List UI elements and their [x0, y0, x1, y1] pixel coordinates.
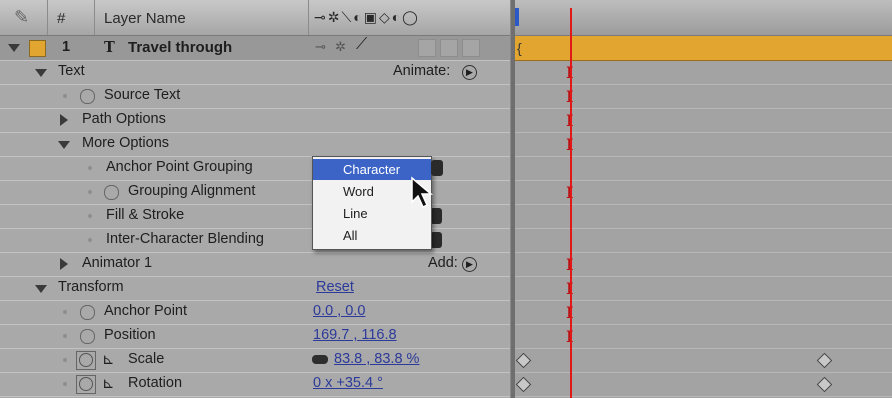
position-row[interactable]: Position 169.7 , 116.8 [0, 324, 510, 349]
constrain-proportions-icon[interactable] [312, 355, 328, 364]
dropdown-option-all[interactable]: All [313, 225, 431, 246]
collapse-switch-icon[interactable]: ✲ [335, 39, 346, 55]
animator-row[interactable]: Animator 1 Add: ▶ [0, 252, 510, 277]
fill-stroke-label: Fill & Stroke [106, 207, 185, 223]
bullet-icon [88, 238, 92, 242]
reset-link[interactable]: Reset [316, 279, 354, 295]
layer-name-column-label: Layer Name [104, 10, 186, 27]
switch-box[interactable] [440, 39, 458, 57]
bullet-icon [88, 166, 92, 170]
quality-switch-icon[interactable]: ⟋ [356, 36, 367, 54]
rotation-value[interactable]: 0 x +35.4 ° [313, 375, 383, 391]
anchor-point-value[interactable]: 0.0 , 0.0 [313, 303, 365, 319]
column-header: ✎ # Layer Name ⊸✲⟍◐▣◇◐◯ [0, 0, 510, 36]
graph-icon[interactable]: ⊾ [102, 374, 115, 392]
dropdown-option-label: Word [343, 184, 374, 199]
number-column-header[interactable]: # [47, 0, 95, 35]
number-column-label: # [57, 10, 66, 27]
layer-row[interactable]: 1 T Travel through ⊸ ✲ ⟋ [0, 36, 510, 61]
expand-triangle-icon[interactable] [60, 258, 68, 270]
bullet-icon [88, 190, 92, 194]
path-options-label: Path Options [82, 111, 166, 127]
stopwatch-icon[interactable] [80, 305, 95, 320]
bullet-icon [63, 310, 67, 314]
keyframe-navigator-icon[interactable] [76, 351, 96, 370]
source-text-row[interactable]: Source Text [0, 84, 510, 109]
stopwatch-icon[interactable] [104, 185, 119, 200]
graph-icon[interactable]: ⊾ [102, 350, 115, 368]
text-group-row[interactable]: Text Animate: ▶ [0, 60, 510, 85]
shy-switch-icon[interactable]: ⊸ [315, 39, 326, 55]
source-text-label: Source Text [104, 87, 181, 103]
collapse-triangle-icon[interactable] [8, 44, 20, 52]
animate-label[interactable]: Animate: [393, 63, 450, 79]
bullet-icon [88, 214, 92, 218]
position-label: Position [104, 327, 156, 343]
add-menu-icon[interactable]: ▶ [462, 257, 477, 272]
transform-row[interactable]: Transform Reset [0, 276, 510, 301]
expand-triangle-icon[interactable] [35, 69, 47, 77]
layer-name-column-header[interactable]: Layer Name [94, 0, 309, 35]
anchor-point-grouping-label: Anchor Point Grouping [106, 159, 253, 175]
anchor-point-row[interactable]: Anchor Point 0.0 , 0.0 [0, 300, 510, 325]
bullet-icon [63, 382, 67, 386]
keyframe-icon[interactable] [816, 352, 833, 369]
stopwatch-icon[interactable] [80, 89, 95, 104]
bullet-icon [63, 358, 67, 362]
expand-triangle-icon[interactable] [60, 114, 68, 126]
stopwatch-icon[interactable] [80, 329, 95, 344]
scale-label: Scale [128, 351, 165, 367]
keyframe-icon[interactable] [515, 376, 532, 393]
path-options-row[interactable]: Path Options [0, 108, 510, 133]
add-label[interactable]: Add: [428, 255, 458, 271]
expand-triangle-icon[interactable] [58, 141, 70, 149]
av-features-column[interactable]: ✎ [0, 0, 48, 35]
switch-box[interactable] [418, 39, 436, 57]
pencil-icon: ✎ [14, 7, 30, 27]
dropdown-option-label: Character [343, 162, 401, 177]
animate-menu-icon[interactable]: ▶ [462, 65, 477, 80]
scale-value[interactable]: 83.8 , 83.8 % [334, 351, 419, 367]
layer-in-point-icon[interactable]: { [517, 40, 522, 56]
dropdown-option-label: Line [343, 206, 368, 221]
animator-label: Animator 1 [82, 255, 153, 271]
layer-name[interactable]: Travel through [128, 39, 232, 56]
more-options-label: More Options [82, 135, 170, 151]
transform-label: Transform [58, 279, 124, 295]
inter-character-blending-label: Inter-Character Blending [106, 231, 264, 247]
keyframe-icon[interactable] [515, 352, 532, 369]
rotation-row[interactable]: ⊾ Rotation 0 x +35.4 ° [0, 372, 510, 397]
more-options-row[interactable]: More Options [0, 132, 510, 157]
bullet-icon [63, 94, 67, 98]
label-color-swatch[interactable] [29, 40, 46, 57]
expand-triangle-icon[interactable] [35, 285, 47, 293]
switch-icons: ⊸✲⟍◐▣◇◐◯ [314, 9, 420, 25]
switches-column-header[interactable]: ⊸✲⟍◐▣◇◐◯ [308, 0, 510, 35]
inter-character-blending-row[interactable]: Inter-Character Blending [0, 228, 510, 253]
mouse-cursor-icon [411, 176, 434, 209]
switch-box[interactable] [462, 39, 480, 57]
grouping-alignment-label: Grouping Alignment [128, 183, 256, 199]
layer-number: 1 [62, 39, 71, 55]
grouping-popup-button[interactable] [431, 160, 443, 176]
rotation-label: Rotation [128, 375, 183, 391]
keyframe-icon[interactable] [816, 376, 833, 393]
dropdown-option-label: All [343, 228, 358, 243]
text-group-label: Text [58, 63, 85, 79]
scale-row[interactable]: ⊾ Scale 83.8 , 83.8 % [0, 348, 510, 373]
work-area-start-marker[interactable] [515, 8, 519, 26]
keyframe-navigator-icon[interactable] [76, 375, 96, 394]
bullet-icon [63, 334, 67, 338]
position-value[interactable]: 169.7 , 116.8 [313, 327, 397, 343]
anchor-point-label: Anchor Point [104, 303, 188, 319]
text-layer-icon: T [104, 39, 115, 56]
current-time-indicator[interactable] [570, 8, 572, 398]
